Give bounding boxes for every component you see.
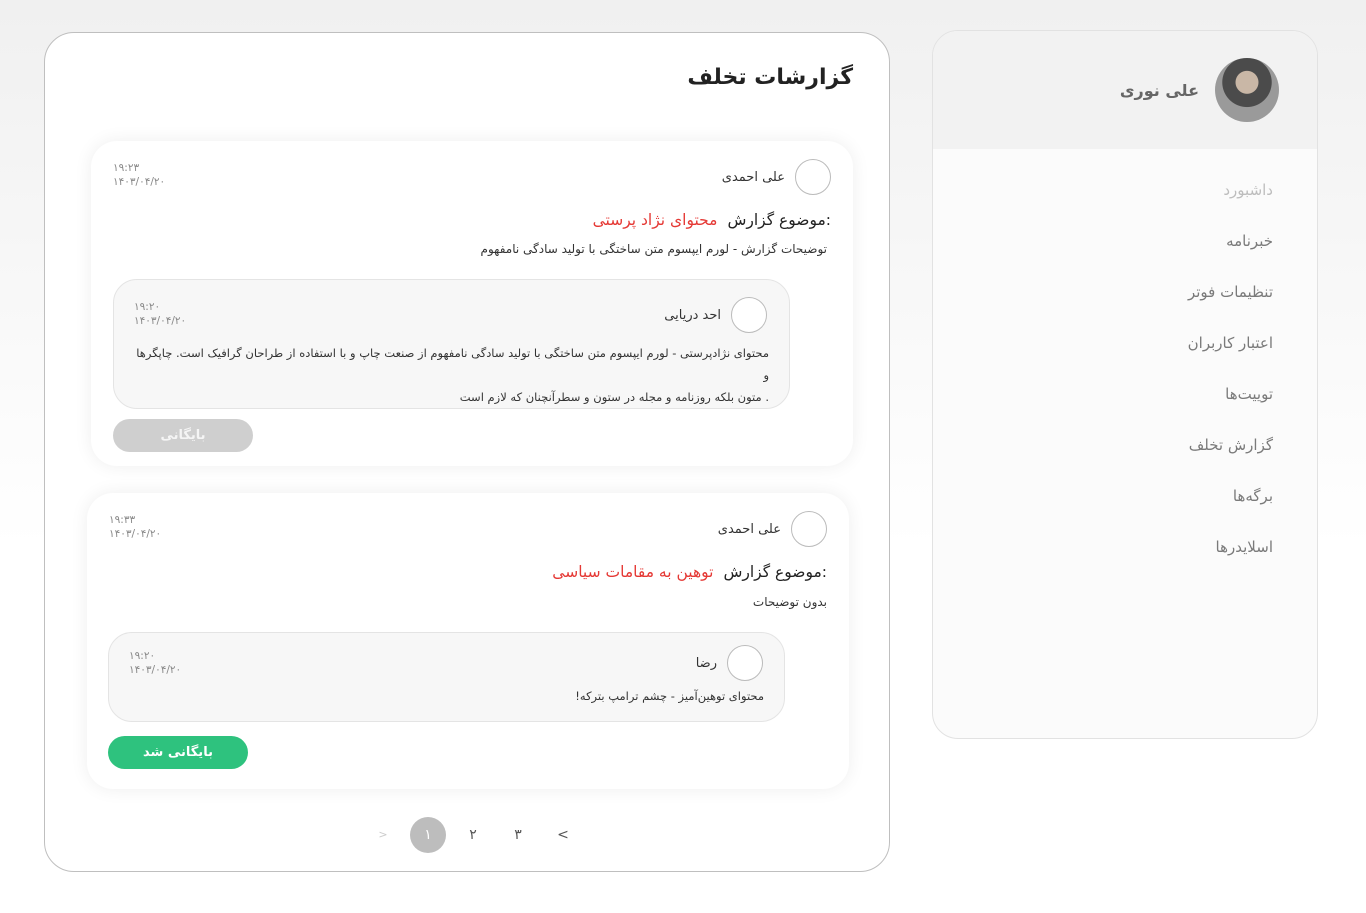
reply-timestamp: ۱۹:۲۰ ۱۴۰۳/۰۴/۲۰ [129,649,181,677]
reply-author-name: رضا [695,655,717,671]
reply-author: احد دریایی [664,297,767,333]
pagination-next[interactable]: < [545,817,581,853]
report-card: علی احمدی ۱۹:۳۳ ۱۴۰۳/۰۴/۲۰ موضوع گزارش: … [87,493,849,789]
avatar[interactable] [1215,58,1279,122]
reporter-avatar [795,159,831,195]
reply-author-name: احد دریایی [664,307,721,323]
report-time: ۱۹:۳۳ [109,514,136,526]
reply-text: محتوای نژادپرستی - لورم ایپسوم متن ساختگ… [129,342,769,408]
report-subject: موضوع گزارش: محتوای نژاد پرستی [593,211,831,229]
pagination-page-3[interactable]: ۳ [500,817,536,853]
reporter: علی احمدی [718,511,827,547]
reply-author-avatar [727,645,763,681]
reply-timestamp: ۱۹:۲۰ ۱۴۰۳/۰۴/۲۰ [134,300,186,328]
page-title: گزارشات تخلف [687,65,853,90]
reports-panel: گزارشات تخلف علی احمدی ۱۹:۲۳ ۱۴۰۳/۰۴/۲۰ … [44,32,890,872]
reporter: علی احمدی [722,159,831,195]
sidebar-item-tweets[interactable]: توییت‌ها [933,381,1317,432]
sidebar-item-pages[interactable]: برگه‌ها [933,483,1317,534]
reply-text-line: . متون بلکه روزنامه و مجله در ستون و سطر… [459,390,769,404]
subject-topic: توهین به مقامات سیاسی [552,563,714,581]
sidebar-item-footer-settings[interactable]: تنظیمات فوتر [933,279,1317,330]
reply-author-avatar [731,297,767,333]
reply-date: ۱۴۰۳/۰۴/۲۰ [129,664,182,676]
sidebar-item-violation-report[interactable]: گزارش تخلف [933,432,1317,483]
reply-box: احد دریایی ۱۹:۲۰ ۱۴۰۳/۰۴/۲۰ محتوای نژادپ… [113,279,790,409]
pagination-page-1[interactable]: ۱ [410,817,446,853]
report-description: توضیحات گزارش - لورم ایپسوم متن ساختگی ب… [480,242,827,256]
reply-text-line: محتوای توهین‌آمیز - چشم ترامپ بترکه! [575,689,764,703]
subject-label: موضوع گزارش: [723,563,827,581]
archive-button[interactable]: بایگانی [113,419,253,452]
report-date: ۱۴۰۳/۰۴/۲۰ [113,176,166,188]
report-timestamp: ۱۹:۲۳ ۱۴۰۳/۰۴/۲۰ [113,161,165,189]
report-date: ۱۴۰۳/۰۴/۲۰ [109,528,162,540]
subject-label: موضوع گزارش: [727,211,831,229]
reporter-name: علی احمدی [721,169,785,185]
reply-date: ۱۴۰۳/۰۴/۲۰ [134,315,187,327]
sidebar-item-dashboard[interactable]: داشبورد [933,177,1317,228]
sidebar-item-sliders[interactable]: اسلایدرها [933,534,1317,585]
reply-text: محتوای توهین‌آمیز - چشم ترامپ بترکه! [124,685,764,707]
report-subject: موضوع گزارش: توهین به مقامات سیاسی [552,563,827,581]
sidebar: علی نوری داشبورد خبرنامه تنظیمات فوتر اع… [932,30,1318,739]
sidebar-nav: داشبورد خبرنامه تنظیمات فوتر اعتبار کارب… [933,149,1317,585]
report-description: بدون توضیحات [752,595,827,609]
reply-author: رضا [696,645,763,681]
report-time: ۱۹:۲۳ [113,162,140,174]
user-profile[interactable]: علی نوری [933,31,1317,149]
pagination: > ۱ ۲ ۳ < [365,817,590,853]
sidebar-item-user-credit[interactable]: اعتبار کاربران [933,330,1317,381]
subject-topic: محتوای نژاد پرستی [592,211,718,229]
user-name: علی نوری [1119,80,1199,100]
sidebar-item-newsletter[interactable]: خبرنامه [933,228,1317,279]
reply-box: رضا ۱۹:۲۰ ۱۴۰۳/۰۴/۲۰ محتوای توهین‌آمیز -… [108,632,785,722]
pagination-page-2[interactable]: ۲ [455,817,491,853]
reporter-name: علی احمدی [717,521,781,537]
reply-text-line: محتوای نژادپرستی - لورم ایپسوم متن ساختگ… [136,346,769,382]
pagination-prev[interactable]: > [365,817,401,853]
report-timestamp: ۱۹:۳۳ ۱۴۰۳/۰۴/۲۰ [109,513,161,541]
archived-button[interactable]: بایگانی شد [108,736,248,769]
reporter-avatar [791,511,827,547]
reply-time: ۱۹:۲۰ [129,650,156,662]
reply-time: ۱۹:۲۰ [134,301,161,313]
report-card: علی احمدی ۱۹:۲۳ ۱۴۰۳/۰۴/۲۰ موضوع گزارش: … [91,141,853,466]
